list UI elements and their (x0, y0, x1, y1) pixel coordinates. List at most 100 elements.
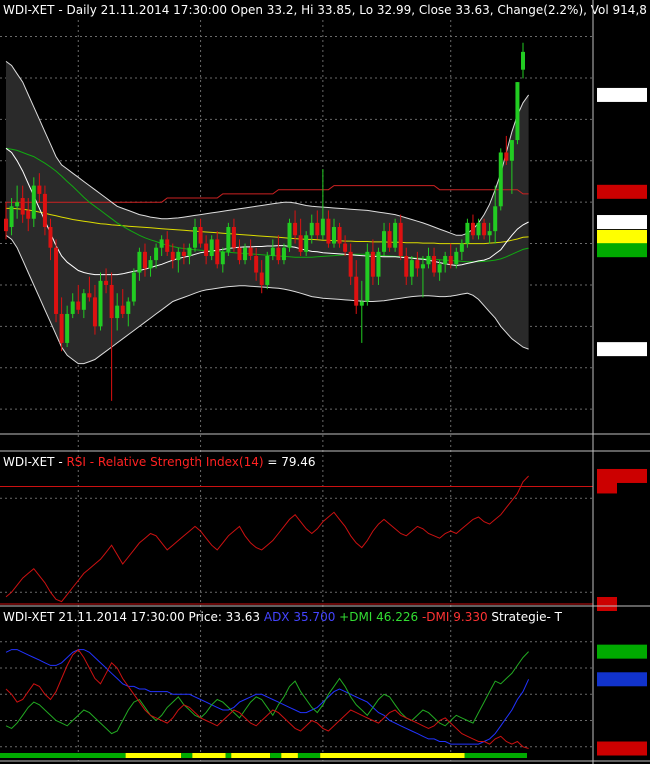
candle-body (248, 247, 253, 256)
candle-body (231, 227, 236, 248)
candle-body (37, 185, 42, 194)
rsi-value-tag-bg (597, 479, 617, 494)
candle-body (498, 152, 503, 207)
candle-body (165, 239, 170, 252)
candle-body (504, 152, 509, 161)
dmi-header-plus-dmi: +DMI 46.226 (335, 610, 418, 624)
value-tag-bg (597, 243, 647, 258)
candle-body (209, 239, 214, 256)
candle-body (309, 222, 314, 236)
candle-body (137, 251, 142, 273)
candle-body (298, 235, 303, 252)
candle-body (159, 239, 164, 248)
candle-body (193, 227, 198, 248)
candle-body (87, 293, 92, 298)
strategy-segment (231, 753, 271, 758)
candle-body (359, 301, 364, 306)
candle-body (459, 243, 464, 252)
candle-body (48, 227, 53, 248)
candle-body (293, 222, 298, 236)
strategy-segment (297, 753, 321, 758)
candle-body (482, 222, 487, 236)
candle-body (142, 251, 147, 269)
dmi-header-adx: ADX 35.700 (264, 610, 335, 624)
candle-body (370, 251, 375, 277)
candle-body (226, 227, 231, 252)
candle-body (65, 313, 70, 343)
value-tag-bg (597, 87, 647, 102)
candle-body (243, 247, 248, 261)
candle-body (98, 280, 103, 327)
candle-body (382, 231, 387, 252)
candle-body (131, 272, 136, 302)
candle-body (76, 301, 81, 310)
candle-body (521, 51, 525, 70)
rsi-header-value: = 79.46 (264, 455, 316, 469)
strategy-segment (0, 753, 126, 758)
candle-body (437, 264, 442, 273)
dmi-header-strategy: Strategie- T (488, 610, 563, 624)
value-tag-bg (597, 356, 647, 371)
candle-body (259, 272, 264, 285)
dmi-header-price: WDI-XET 21.11.2014 17:30:00 Price: 33.63 (3, 610, 264, 624)
candle-body (115, 305, 120, 319)
candle-body (476, 222, 481, 236)
dmi-value-tag-bg (597, 672, 647, 687)
strategy-segment (181, 753, 193, 758)
candle-body (354, 276, 359, 306)
candle-body (204, 243, 209, 256)
strategy-strip (0, 753, 527, 758)
candle-body (470, 222, 475, 236)
candle-body (337, 227, 342, 244)
candle-body (348, 251, 353, 277)
strategy-segment (270, 753, 282, 758)
candle-body (70, 301, 75, 314)
candle-body (409, 260, 414, 277)
candle-body (320, 218, 325, 236)
candle-body (54, 247, 59, 314)
candle-body (148, 260, 153, 269)
candle-body (126, 301, 131, 314)
candle-body (287, 222, 292, 248)
dmi-header: WDI-XET 21.11.2014 17:30:00 Price: 33.63… (3, 610, 563, 624)
dmi-header-minus-dmi: -DMI 9.330 (418, 610, 487, 624)
dmi-value-tag-bg (597, 741, 647, 756)
candle-body (120, 305, 125, 314)
candle-body (220, 251, 225, 265)
candle-body (215, 239, 220, 265)
candle-body (443, 255, 448, 265)
candle-body (187, 247, 192, 256)
candle-body (387, 231, 392, 248)
dmi-value-tag-bg (597, 644, 647, 659)
candle-body (198, 227, 203, 244)
candle-body (465, 222, 470, 244)
candle-body (415, 260, 420, 269)
candle-body (26, 210, 31, 219)
value-tag-bg (597, 229, 647, 244)
candle-body (265, 255, 270, 285)
candle-body (9, 206, 14, 227)
candle-body (81, 293, 86, 310)
strategy-segment (281, 753, 298, 758)
candle-body (20, 198, 25, 215)
strategy-segment (464, 753, 527, 758)
candle-body (281, 247, 286, 261)
candle-body (176, 251, 181, 261)
candle-body (270, 247, 275, 256)
candle-body (315, 222, 320, 236)
candle-body (4, 218, 8, 232)
value-tag-bg (597, 215, 647, 230)
candle-body (448, 255, 453, 265)
strategy-segment (320, 753, 465, 758)
candle-body (181, 251, 186, 256)
rsi-value-tag-bg (597, 597, 617, 611)
candle-body (304, 235, 309, 252)
candle-body (393, 222, 398, 248)
candle-body (365, 251, 370, 302)
candle-body (109, 284, 114, 319)
candle-body (420, 264, 425, 269)
candle-body (170, 251, 175, 261)
rsi-header-symbol: WDI-XET - (3, 455, 66, 469)
candle-body (509, 140, 514, 161)
price-header: WDI-XET - Daily 21.11.2014 17:30:00 Open… (3, 3, 647, 17)
